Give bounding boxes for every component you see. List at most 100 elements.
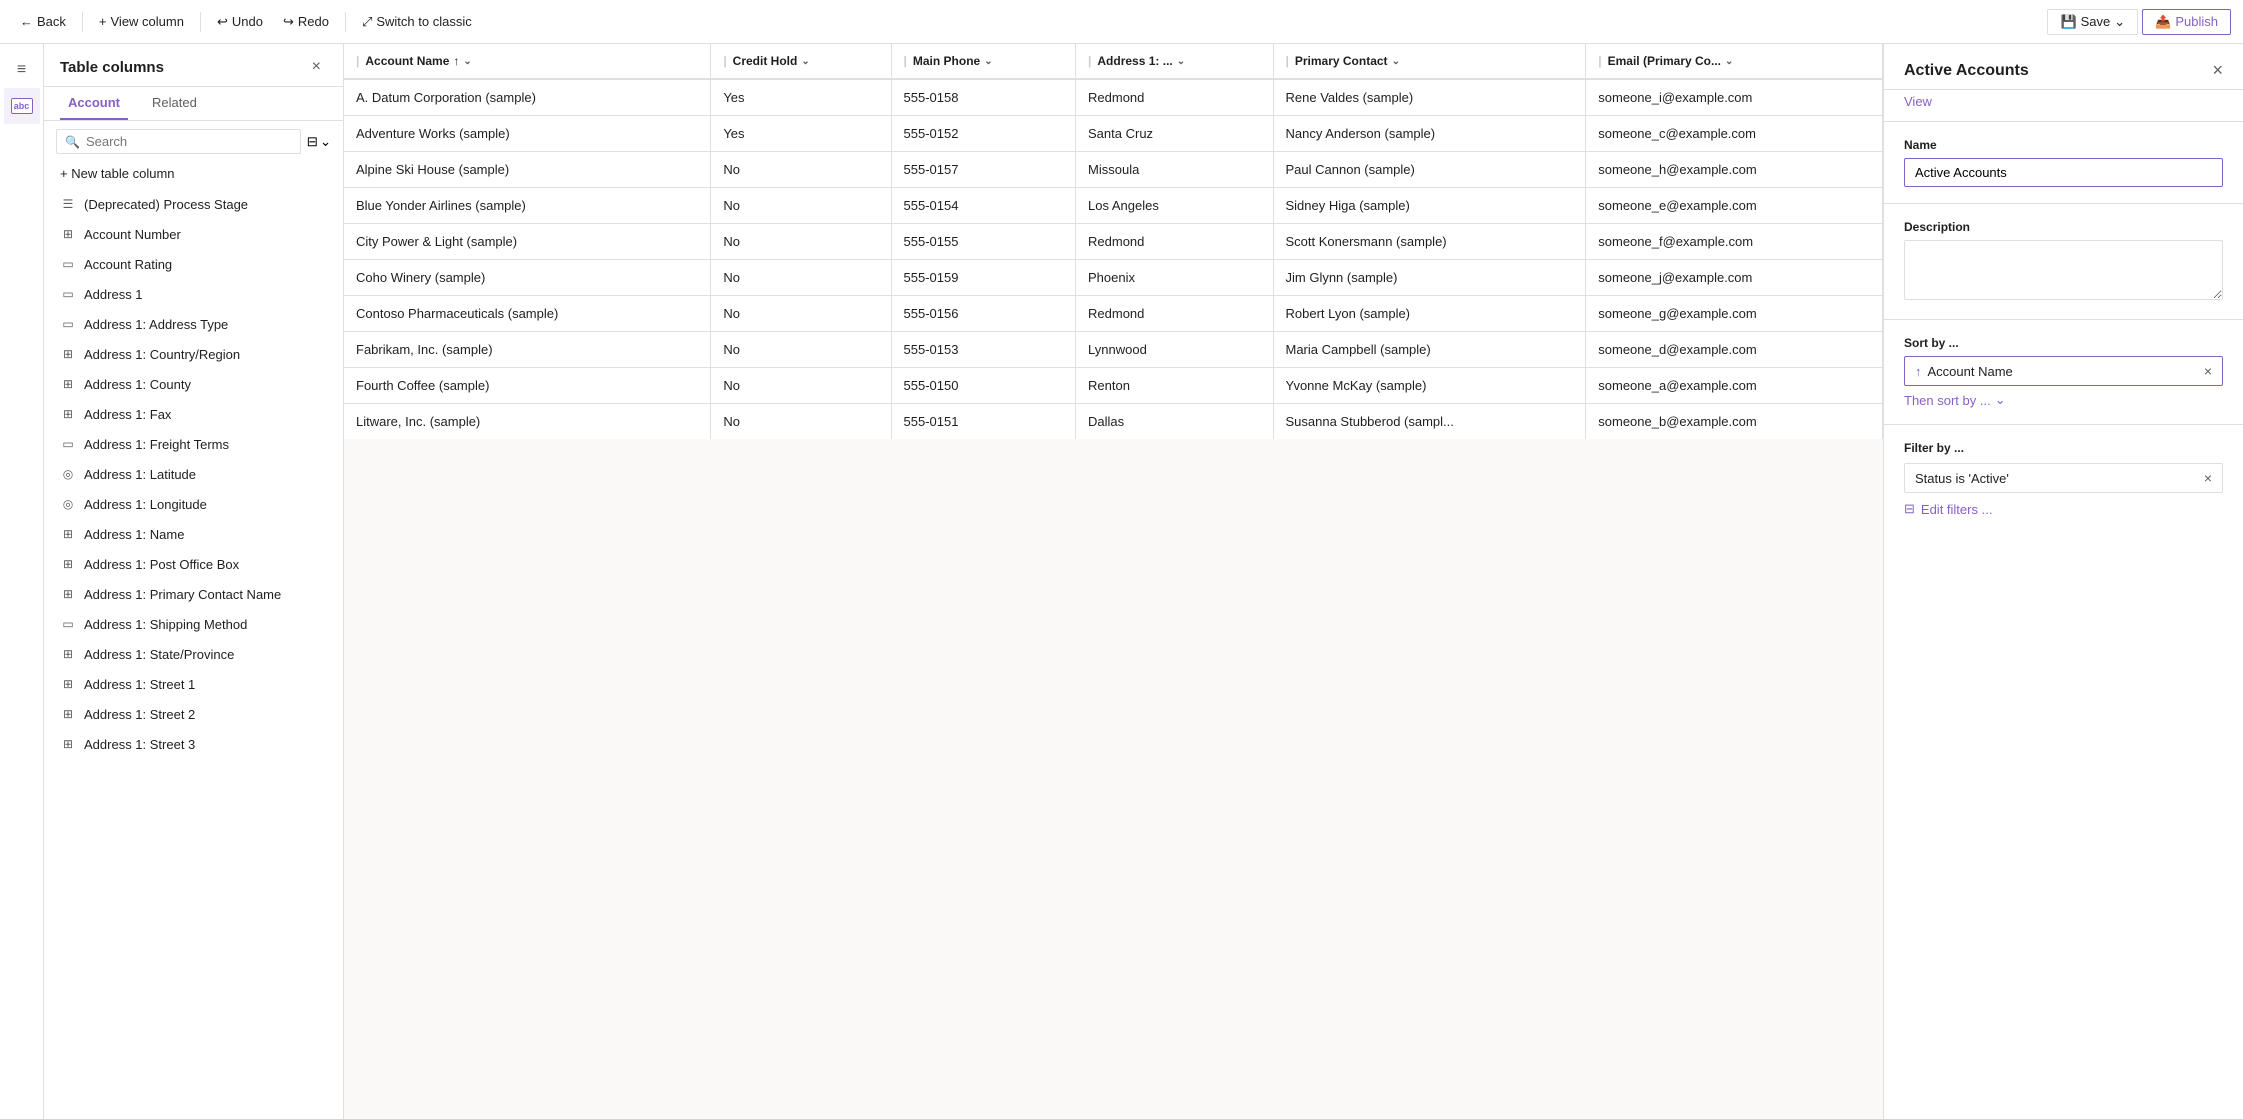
table-cell: someone_b@example.com (1586, 404, 1883, 440)
col-type-icon: ⊞ (60, 226, 76, 242)
panel-view-link[interactable]: View (1884, 90, 2243, 122)
filter-remove-button[interactable]: × (2204, 470, 2212, 486)
new-table-column-button[interactable]: + New table column (44, 162, 343, 189)
column-item-label: Account Number (84, 227, 181, 242)
redo-icon: ↪ (283, 14, 294, 30)
table-cell: Alpine Ski House (sample) (344, 152, 711, 188)
edit-filters-button[interactable]: ⊟ Edit filters ... (1904, 501, 2223, 517)
table-cell: No (711, 368, 891, 404)
view-column-button[interactable]: + View column (91, 10, 192, 33)
col-header-primary-contact: |Primary Contact⌄ (1273, 44, 1586, 79)
panel-header: Active Accounts × (1884, 44, 2243, 90)
column-item-address-1-street-3[interactable]: ⊞Address 1: Street 3 (44, 729, 343, 759)
table-cell: Dallas (1076, 404, 1273, 440)
column-item-address-1[interactable]: ▭Address 1 (44, 279, 343, 309)
table-cell: Lynnwood (1076, 332, 1273, 368)
column-item-address-1-freight-terms[interactable]: ▭Address 1: Freight Terms (44, 429, 343, 459)
save-button[interactable]: 💾 Save ⌄ (2047, 9, 2138, 35)
column-item-address-1-shipping-method[interactable]: ▭Address 1: Shipping Method (44, 609, 343, 639)
column-item-label: Address 1: Address Type (84, 317, 228, 332)
col-header-address-1: |Address 1: ...⌄ (1076, 44, 1273, 79)
sort-asc-icon: ↑ (1915, 364, 1922, 379)
column-item-address-1-latitude[interactable]: ◎Address 1: Latitude (44, 459, 343, 489)
column-item-deprecated-process-stage[interactable]: ☰(Deprecated) Process Stage (44, 189, 343, 219)
table-cell: Santa Cruz (1076, 116, 1273, 152)
table-cell: Phoenix (1076, 260, 1273, 296)
table-cell: Blue Yonder Airlines (sample) (344, 188, 711, 224)
col-type-icon: ⊞ (60, 646, 76, 662)
column-item-address-1-post-office-box[interactable]: ⊞Address 1: Post Office Box (44, 549, 343, 579)
back-button[interactable]: ← Back (12, 10, 74, 33)
panel-close-button[interactable]: × (2212, 60, 2223, 81)
nav-menu-button[interactable]: ≡ (4, 52, 40, 88)
table-header-row: |Account Name ↑⌄|Credit Hold⌄|Main Phone… (344, 44, 1883, 79)
table-cell: 555-0150 (891, 368, 1076, 404)
undo-icon: ↩ (217, 14, 228, 30)
column-item-label: Address 1: Longitude (84, 497, 207, 512)
table-cell: Contoso Pharmaceuticals (sample) (344, 296, 711, 332)
sidebar-tabs: Account Related (44, 87, 343, 121)
then-sort-button[interactable]: Then sort by ... ⌄ (1904, 386, 2223, 408)
filter-button[interactable]: ⊟ ⌄ (307, 134, 331, 150)
table-cell: 555-0156 (891, 296, 1076, 332)
col-label: Email (Primary Co... (1608, 54, 1721, 68)
col-label: Address 1: ... (1097, 54, 1172, 68)
col-sort-dropdown-icon[interactable]: ⌄ (984, 56, 992, 67)
table-cell: Susanna Stubberod (sampl... (1273, 404, 1586, 440)
col-sort-dropdown-icon[interactable]: ⌄ (463, 56, 471, 67)
save-dropdown-icon: ⌄ (2114, 14, 2125, 30)
column-item-account-number[interactable]: ⊞ Account Number (44, 219, 343, 249)
col-sort-dropdown-icon[interactable]: ⌄ (1392, 56, 1400, 67)
column-item-account-rating[interactable]: ▭Account Rating (44, 249, 343, 279)
table-cell: Fabrikam, Inc. (sample) (344, 332, 711, 368)
column-item-address-1-county[interactable]: ⊞Address 1: County (44, 369, 343, 399)
publish-icon: 📤 (2155, 14, 2171, 30)
save-icon: 💾 (2060, 14, 2076, 30)
column-item-address-1-fax[interactable]: ⊞Address 1: Fax (44, 399, 343, 429)
column-item-address-1-country-region[interactable]: ⊞Address 1: Country/Region (44, 339, 343, 369)
col-header-account-name: |Account Name ↑⌄ (344, 44, 711, 79)
panel-filter-section: Filter by ... Status is 'Active' × ⊟ Edi… (1884, 425, 2243, 533)
col-divider-icon: | (1598, 54, 1601, 68)
sidebar-close-button[interactable]: × (306, 56, 327, 78)
toolbar: ← Back + View column ↩ Undo ↪ Redo ⤢ Swi… (0, 0, 2243, 44)
nav-abc-button[interactable]: abc (4, 88, 40, 124)
filter-chip: Status is 'Active' × (1904, 463, 2223, 493)
search-input[interactable] (86, 134, 292, 149)
col-sort-dropdown-icon[interactable]: ⌄ (801, 56, 809, 67)
col-type-icon: ☰ (60, 196, 76, 212)
column-item-address-1-longitude[interactable]: ◎ Address 1: Longitude (44, 489, 343, 519)
panel-name-input[interactable] (1904, 158, 2223, 187)
table-cell: Adventure Works (sample) (344, 116, 711, 152)
col-sort-dropdown-icon[interactable]: ⌄ (1177, 56, 1185, 67)
sidebar-search-row: 🔍 ⊟ ⌄ (44, 121, 343, 162)
undo-button[interactable]: ↩ Undo (209, 10, 271, 34)
column-item-address-1-street-1[interactable]: ⊞Address 1: Street 1 (44, 669, 343, 699)
redo-button[interactable]: ↪ Redo (275, 10, 337, 34)
tab-account[interactable]: Account (60, 87, 128, 120)
col-divider-icon: | (356, 54, 359, 68)
col-divider-icon: | (904, 54, 907, 68)
column-item-address-1-name[interactable]: ⊞Address 1: Name (44, 519, 343, 549)
table-cell: Missoula (1076, 152, 1273, 188)
panel-name-section: Name (1884, 122, 2243, 204)
panel-description-input[interactable] (1904, 240, 2223, 300)
tab-related[interactable]: Related (144, 87, 205, 120)
column-item-address-1-primary-contact-name[interactable]: ⊞Address 1: Primary Contact Name (44, 579, 343, 609)
switch-icon: ⤢ (362, 14, 372, 30)
sort-asc-icon[interactable]: ↑ (453, 54, 459, 68)
table-cell: Nancy Anderson (sample) (1273, 116, 1586, 152)
switch-classic-button[interactable]: ⤢ Switch to classic (354, 10, 480, 34)
search-box: 🔍 (56, 129, 301, 154)
publish-button[interactable]: 📤 Publish (2142, 9, 2231, 35)
col-sort-dropdown-icon[interactable]: ⌄ (1725, 56, 1733, 67)
sort-remove-button[interactable]: × (2204, 363, 2212, 379)
column-item-address-1-state-province[interactable]: ⊞Address 1: State/Province (44, 639, 343, 669)
filter-dropdown-icon: ⌄ (320, 134, 331, 150)
then-sort-chevron-icon: ⌄ (1995, 392, 2006, 408)
sort-chip: ↑ Account Name × (1904, 356, 2223, 386)
col-type-icon: ◎ (60, 496, 76, 512)
column-item-address-1-address-type[interactable]: ▭Address 1: Address Type (44, 309, 343, 339)
table-cell: someone_e@example.com (1586, 188, 1883, 224)
column-item-address-1-street-2[interactable]: ⊞Address 1: Street 2 (44, 699, 343, 729)
